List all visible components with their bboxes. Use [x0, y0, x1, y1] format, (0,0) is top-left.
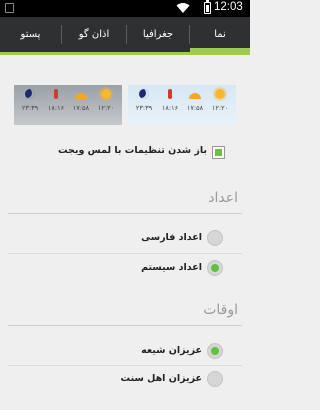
radio-button[interactable] [207, 230, 223, 246]
sun-icon [215, 89, 225, 99]
numbers-section-title: اعداد [208, 190, 238, 206]
open-settings-checkbox[interactable] [212, 146, 225, 159]
tab-bar: پستو اذان گو جغرافیا نما [0, 17, 250, 52]
tab-nama[interactable]: نما [190, 17, 250, 52]
tab-indicator-line [0, 52, 250, 55]
divider [8, 213, 242, 214]
radio-persian-numbers[interactable]: اعداد فارسی [0, 227, 250, 251]
divider [8, 253, 242, 254]
widget-preview-light: ۱۲:۲۰ ۱۷:۵۸ ۱۸:۱۶ ۲۳:۳۹ [128, 85, 236, 125]
battery-icon [204, 0, 211, 14]
clock: 12:03 [214, 1, 243, 13]
radio-button[interactable] [207, 371, 223, 387]
divider [8, 365, 242, 366]
radio-button[interactable] [207, 260, 223, 276]
moon-icon [139, 89, 149, 99]
radio-button[interactable] [207, 343, 223, 359]
radio-sunni[interactable]: عزیزان اهل سنت [0, 368, 250, 392]
notification-icon [5, 3, 14, 13]
status-bar: 12:03 [0, 0, 250, 17]
tab-azan-go[interactable]: اذان گو [62, 17, 126, 52]
open-settings-option[interactable]: باز شدن تنظیمات با لمس ویجت [0, 138, 250, 166]
radio-shia[interactable]: عزیزان شیعه [0, 340, 250, 364]
radio-system-numbers[interactable]: اعداد سیستم [0, 257, 250, 281]
sunset-icon [189, 93, 201, 99]
sun-icon [101, 89, 111, 99]
divider [8, 325, 242, 326]
wifi-icon [176, 3, 190, 13]
times-section-title: اوقات [203, 302, 238, 318]
widget-preview-dark: ۱۲:۲۰ ۱۷:۵۸ ۱۸:۱۶ ۲۳:۳۹ [14, 85, 122, 125]
thermometer-icon [168, 89, 172, 99]
tab-posto[interactable]: پستو [0, 17, 61, 52]
open-settings-label: باز شدن تنظیمات با لمس ویجت [57, 145, 207, 156]
sunset-icon [75, 93, 87, 99]
tab-geography[interactable]: جغرافیا [127, 17, 189, 52]
thermometer-icon [54, 89, 58, 99]
moon-icon [25, 89, 35, 99]
